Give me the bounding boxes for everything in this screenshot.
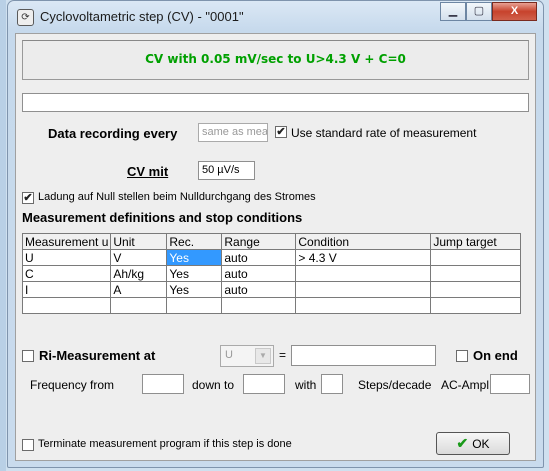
frequency-from-input[interactable] bbox=[142, 374, 184, 394]
table-cell[interactable]: U bbox=[21, 249, 112, 266]
column-header[interactable]: Unit bbox=[110, 233, 168, 250]
table-cell[interactable] bbox=[295, 265, 432, 282]
window-controls: ▁ ▢ X bbox=[440, 2, 537, 22]
column-header[interactable]: Jump target bbox=[430, 233, 522, 250]
column-header[interactable]: Condition bbox=[295, 233, 432, 250]
table-cell[interactable] bbox=[430, 281, 522, 298]
data-recording-input[interactable]: same as meas bbox=[198, 123, 268, 142]
table-cell[interactable] bbox=[430, 297, 522, 314]
data-recording-label: Data recording every bbox=[48, 126, 178, 141]
column-header[interactable]: Range bbox=[221, 233, 297, 250]
table-cell[interactable] bbox=[166, 297, 223, 314]
ri-measurement-select[interactable]: U ▼ bbox=[220, 345, 274, 367]
table-cell[interactable] bbox=[295, 297, 432, 314]
cycle-icon: ⟳ bbox=[17, 9, 34, 26]
ok-button-label: OK bbox=[472, 437, 490, 451]
use-standard-rate-label: Use standard rate of measurement bbox=[291, 126, 477, 140]
table-cell[interactable] bbox=[221, 297, 297, 314]
on-end-label: On end bbox=[473, 348, 518, 363]
down-to-label: down to bbox=[192, 378, 235, 392]
table-row: U V Yes auto > 4.3 V bbox=[21, 249, 522, 266]
ok-button[interactable]: ✔ OK bbox=[436, 432, 510, 455]
ladung-checkbox[interactable]: ✔ bbox=[22, 192, 34, 204]
table-cell[interactable]: I bbox=[21, 281, 112, 298]
terminate-label: Terminate measurement program if this st… bbox=[38, 438, 292, 450]
use-standard-rate-checkbox[interactable]: ✔ bbox=[275, 126, 287, 138]
measurement-table: Measurement u Unit Rec. Range Condition … bbox=[21, 233, 522, 314]
table-cell[interactable] bbox=[295, 281, 432, 298]
table-cell[interactable] bbox=[110, 297, 168, 314]
description-input[interactable] bbox=[22, 93, 529, 112]
table-cell[interactable]: auto bbox=[221, 249, 297, 266]
column-header[interactable]: Measurement u bbox=[21, 233, 112, 250]
table-row bbox=[21, 297, 522, 314]
table-cell[interactable]: A bbox=[110, 281, 168, 298]
table-cell[interactable]: auto bbox=[221, 281, 297, 298]
ac-amplitude-label: AC-Ampl. bbox=[441, 378, 493, 392]
cv-label: CV mit bbox=[127, 164, 169, 179]
table-cell[interactable]: > 4.3 V bbox=[295, 249, 432, 266]
checkmark-icon: ✔ bbox=[456, 435, 469, 451]
ri-value-input[interactable] bbox=[291, 345, 436, 366]
table-header-row: Measurement u Unit Rec. Range Condition … bbox=[21, 233, 522, 250]
table-cell[interactable]: Yes bbox=[166, 265, 223, 282]
table-cell[interactable] bbox=[430, 265, 522, 282]
with-label: with bbox=[295, 378, 317, 392]
steps-per-decade-label: Steps/decade bbox=[358, 378, 432, 392]
table-cell[interactable] bbox=[430, 249, 522, 266]
terminate-checkbox[interactable] bbox=[22, 439, 34, 451]
ri-measurement-label: Ri-Measurement at bbox=[39, 348, 156, 363]
window-title: Cyclovoltametric step (CV) - "0001" bbox=[40, 9, 244, 24]
chevron-down-icon[interactable]: ▼ bbox=[255, 348, 271, 364]
table-cell[interactable]: Ah/kg bbox=[110, 265, 168, 282]
section-title: Measurement definitions and stop conditi… bbox=[22, 210, 303, 225]
table-cell[interactable]: C bbox=[21, 265, 112, 282]
desktop-edge bbox=[0, 0, 6, 471]
steps-per-decade-input[interactable] bbox=[321, 374, 343, 394]
table-row: I A Yes auto bbox=[21, 281, 522, 298]
title-bar[interactable]: ⟳ Cyclovoltametric step (CV) - "0001" ▁ … bbox=[8, 1, 543, 33]
down-to-input[interactable] bbox=[243, 374, 285, 394]
dialog-client-area: CV with 0.05 mV/sec to U>4.3 V + C=0 Dat… bbox=[15, 33, 536, 461]
ri-select-value: U bbox=[225, 349, 233, 361]
maximize-button[interactable]: ▢ bbox=[466, 2, 492, 21]
minimize-button[interactable]: ▁ bbox=[440, 2, 466, 21]
step-summary-banner: CV with 0.05 mV/sec to U>4.3 V + C=0 bbox=[22, 40, 529, 80]
close-button[interactable]: X bbox=[492, 2, 537, 21]
step-summary-text: CV with 0.05 mV/sec to U>4.3 V + C=0 bbox=[145, 52, 406, 66]
frequency-from-label: Frequency from bbox=[30, 378, 115, 392]
ac-amplitude-input[interactable] bbox=[490, 374, 530, 394]
table-row: C Ah/kg Yes auto bbox=[21, 265, 522, 282]
cv-rate-input[interactable]: 50 µV/s bbox=[198, 161, 255, 180]
column-header[interactable]: Rec. bbox=[166, 233, 223, 250]
dialog-window: ⟳ Cyclovoltametric step (CV) - "0001" ▁ … bbox=[7, 0, 544, 468]
ri-equals-sign: = bbox=[279, 348, 287, 362]
ladung-label: Ladung auf Null stellen beim Nulldurchga… bbox=[38, 191, 316, 203]
on-end-checkbox[interactable] bbox=[456, 350, 468, 362]
table-cell[interactable] bbox=[21, 297, 112, 314]
ri-measurement-checkbox[interactable] bbox=[22, 350, 34, 362]
table-cell[interactable]: auto bbox=[221, 265, 297, 282]
table-cell[interactable]: Yes bbox=[166, 281, 223, 298]
table-cell-selected[interactable]: Yes bbox=[166, 249, 223, 266]
table-cell[interactable]: V bbox=[110, 249, 168, 266]
